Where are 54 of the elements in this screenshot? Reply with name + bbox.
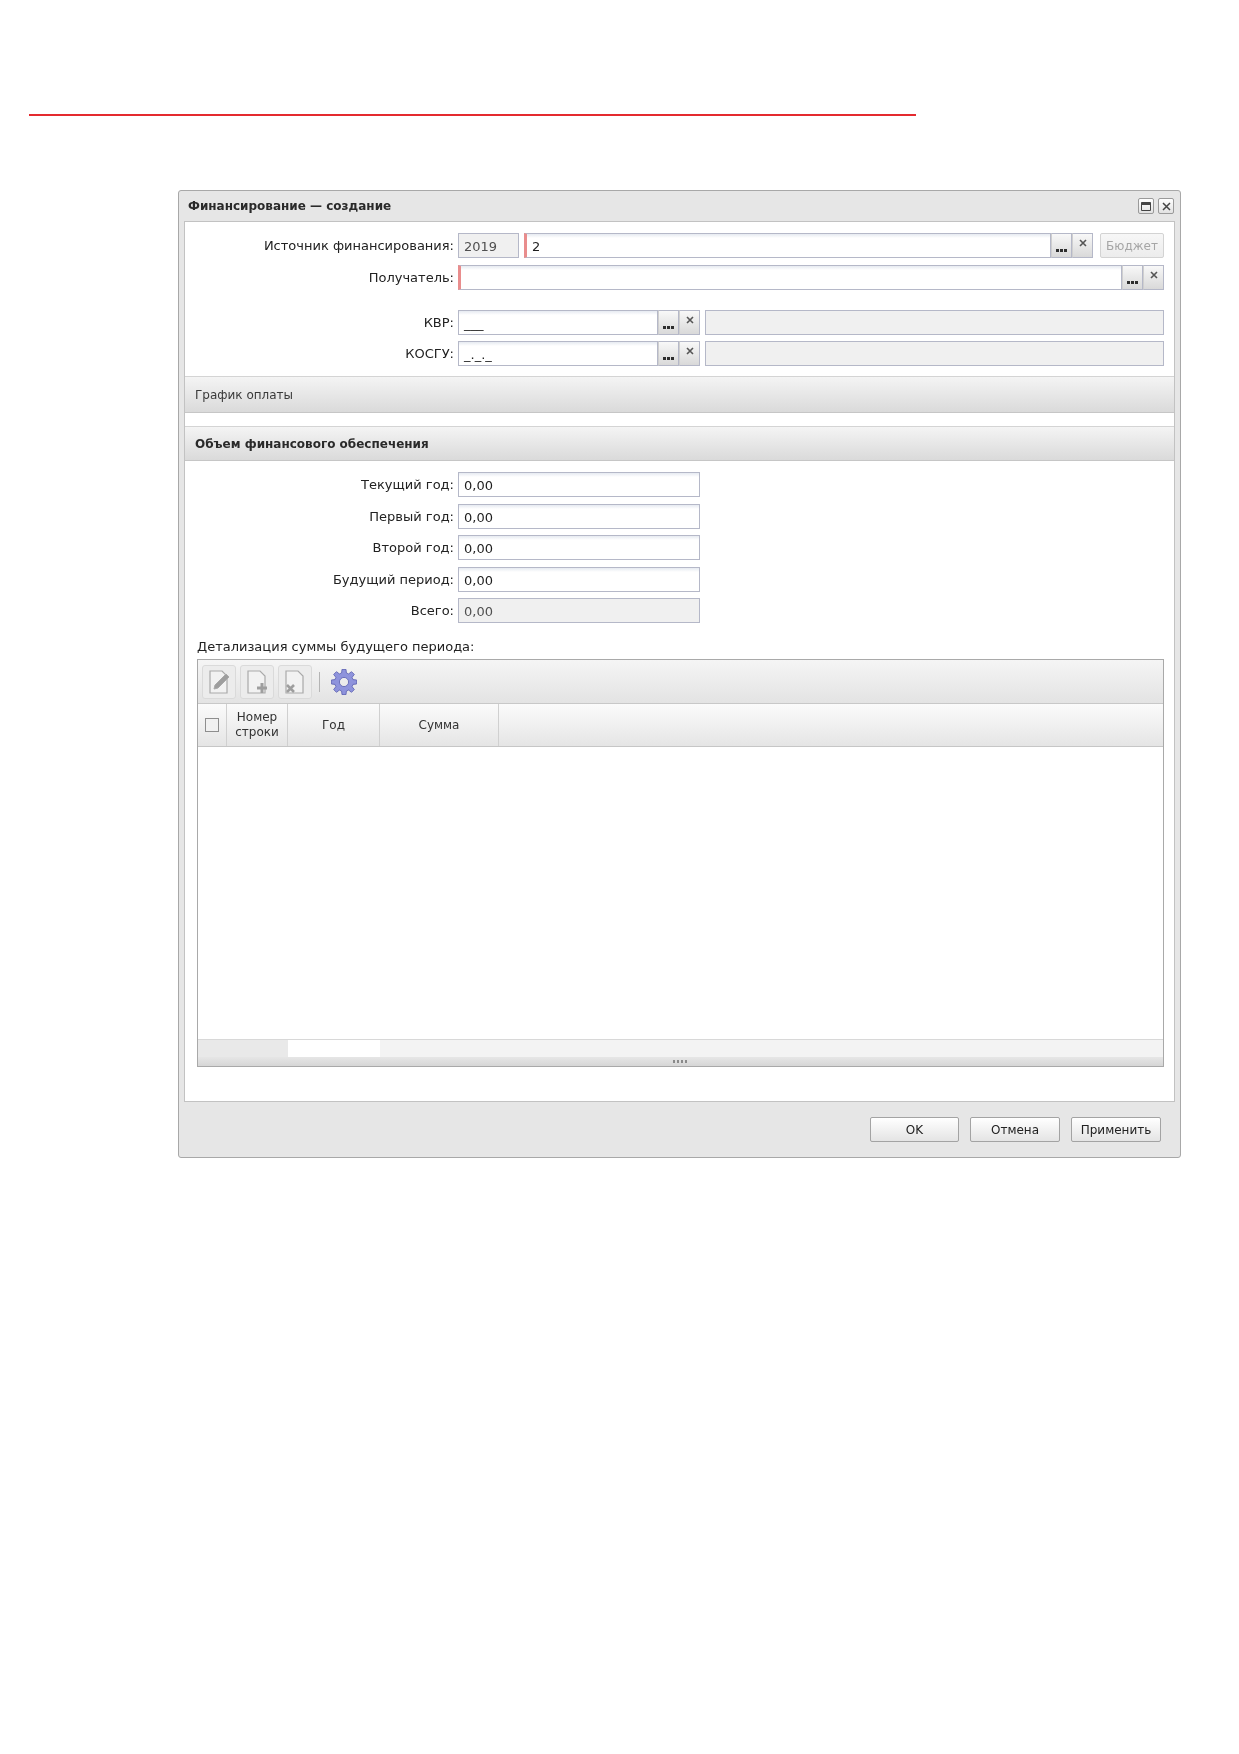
dialog-button[interactable]: Применить xyxy=(1071,1117,1161,1142)
settings-icon xyxy=(331,668,357,695)
field-label: Источник финансирования: xyxy=(262,238,454,253)
dialog-button[interactable]: Отмена xyxy=(970,1117,1060,1142)
clear-icon xyxy=(685,346,694,355)
clear-button[interactable] xyxy=(1143,265,1164,290)
code-field[interactable]: ___ xyxy=(458,310,658,335)
amount-field[interactable]: 0,00 xyxy=(458,566,700,592)
section-label: Детализация суммы будущего периода: xyxy=(197,639,476,655)
close-icon xyxy=(1161,201,1171,211)
ellipsis-icon xyxy=(1056,249,1067,252)
panel-header[interactable]: График оплаты xyxy=(185,376,1174,413)
column-header[interactable]: Номер строки xyxy=(227,704,288,746)
recipient-field[interactable] xyxy=(458,265,1122,290)
document-pencil-icon xyxy=(207,669,231,694)
panel-header[interactable]: Объем финансового обеспечения xyxy=(185,426,1174,461)
field-label: Первый год: xyxy=(368,508,454,524)
lookup-button[interactable] xyxy=(658,341,679,366)
source-field[interactable]: 2 xyxy=(524,233,1051,258)
grip-icon xyxy=(673,1060,688,1063)
clear-icon xyxy=(1078,238,1087,247)
clear-icon xyxy=(685,315,694,324)
field-label: КОСГУ: xyxy=(404,346,454,361)
field-label: Текущий год: xyxy=(360,477,454,492)
splitter-handle[interactable] xyxy=(198,1057,1163,1066)
amount-field[interactable]: 0,00 xyxy=(458,503,700,529)
amount-field[interactable]: 0,00 xyxy=(458,535,700,560)
ellipsis-icon xyxy=(1127,281,1138,284)
select-all-checkbox[interactable] xyxy=(205,718,219,732)
clear-button[interactable] xyxy=(1072,233,1093,258)
clear-icon xyxy=(1149,270,1158,279)
field-label: Получатель: xyxy=(367,270,454,285)
field-label: Будущий период: xyxy=(331,571,454,587)
clear-button[interactable] xyxy=(679,341,700,366)
code-field[interactable]: _._._ xyxy=(458,341,658,366)
dialog-button[interactable]: OK xyxy=(870,1117,959,1142)
window-title: Финансирование — создание xyxy=(188,199,392,213)
ellipsis-icon xyxy=(663,326,674,329)
field-label: КВР: xyxy=(422,315,454,330)
document-plus-icon xyxy=(245,669,269,694)
amount-field[interactable]: 0,00 xyxy=(458,472,700,497)
lookup-button[interactable] xyxy=(658,310,679,335)
close-button[interactable] xyxy=(1158,198,1174,214)
column-header[interactable]: Год xyxy=(288,704,380,746)
clear-button[interactable] xyxy=(679,310,700,335)
lookup-button[interactable] xyxy=(1051,233,1072,258)
maximize-button[interactable] xyxy=(1138,198,1154,214)
ellipsis-icon xyxy=(663,357,674,360)
maximize-icon xyxy=(1141,201,1151,211)
field-label: Всего: xyxy=(409,603,454,618)
document-cross-icon xyxy=(283,669,307,694)
lookup-button[interactable] xyxy=(1122,265,1143,290)
column-header[interactable]: Сумма xyxy=(380,704,499,746)
field-label: Второй год: xyxy=(371,540,454,555)
